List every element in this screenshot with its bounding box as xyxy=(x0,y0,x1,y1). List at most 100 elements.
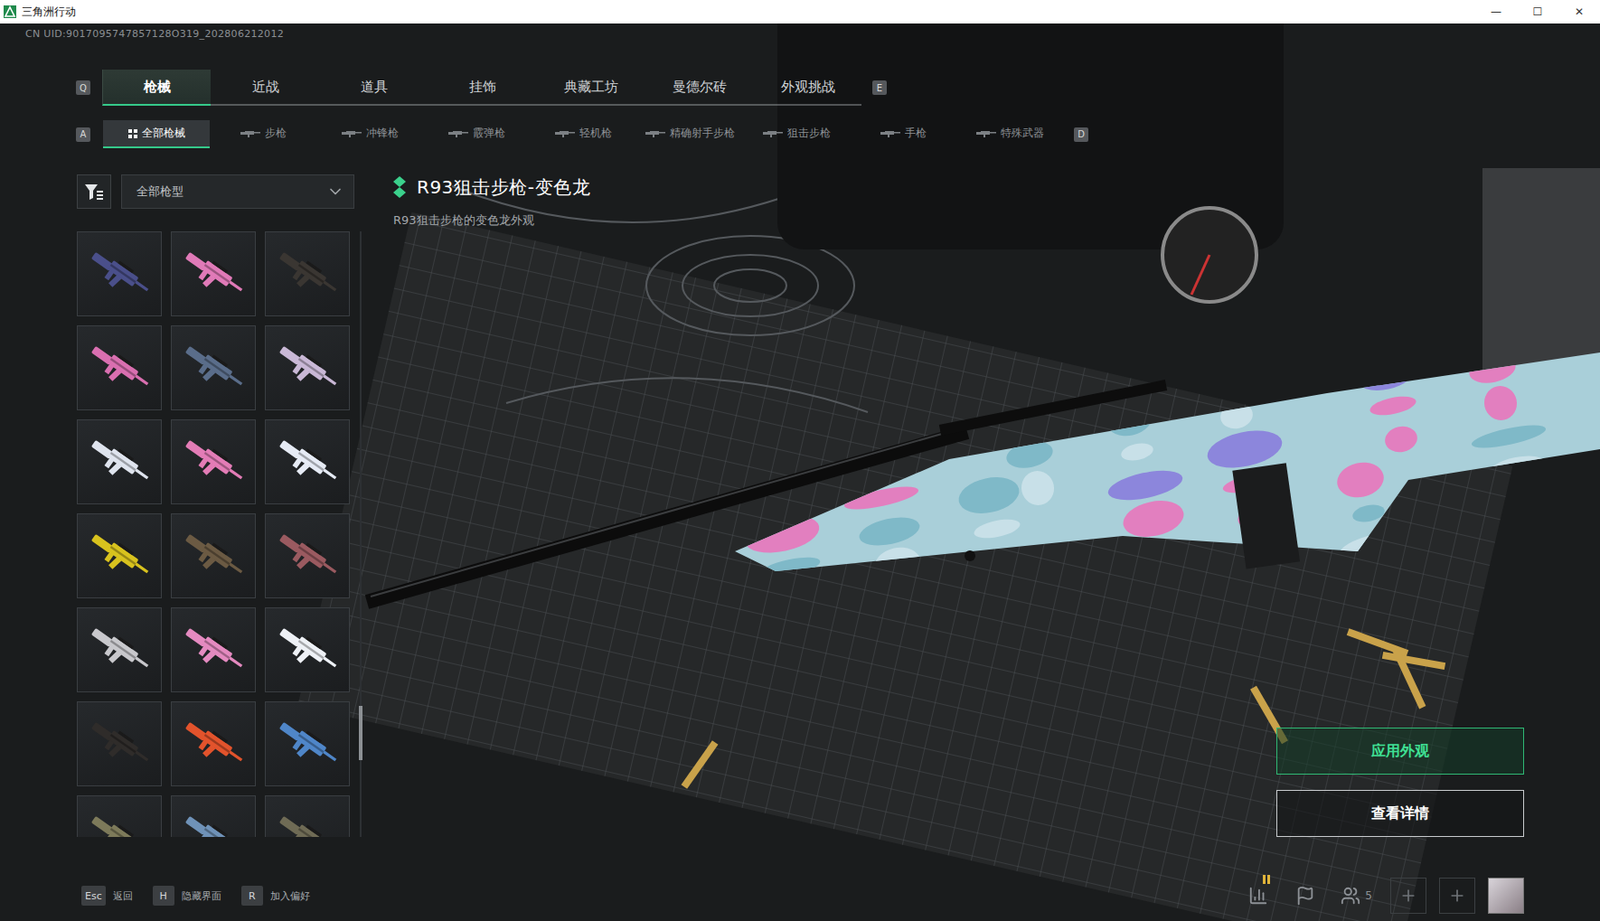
window-control-button[interactable]: — xyxy=(1475,0,1517,24)
next-key[interactable]: E xyxy=(872,80,887,95)
skin-gun-icon xyxy=(271,613,344,687)
skin-thumbnail[interactable] xyxy=(76,607,162,693)
skin-thumbnail[interactable] xyxy=(264,325,350,411)
next-key[interactable]: D xyxy=(1073,127,1089,142)
skin-thumbnail[interactable] xyxy=(76,701,162,787)
skin-thumbnail[interactable] xyxy=(76,513,162,599)
skin-gun-icon xyxy=(177,613,250,687)
key-hint[interactable]: Esc返回 xyxy=(81,885,133,906)
skin-thumbnail[interactable] xyxy=(264,795,350,838)
details-button[interactable]: 查看详情 xyxy=(1276,790,1525,838)
skin-thumbnail[interactable] xyxy=(170,231,256,317)
rifle xyxy=(367,348,1600,603)
skin-gun-icon xyxy=(271,707,344,781)
indicator xyxy=(1262,875,1271,885)
skin-thumbnail[interactable] xyxy=(76,419,162,505)
filter-button[interactable] xyxy=(76,174,112,209)
sub-tab[interactable]: 狙击步枪 xyxy=(743,120,850,149)
sub-tabs: A 全部枪械 步枪 冲锋枪 霰弹枪 轻机枪 精确射手步枪狙击步枪手枪 特殊武器 D xyxy=(0,120,1600,149)
skin-thumbnail[interactable] xyxy=(170,607,256,693)
main-tab[interactable]: 道具 xyxy=(319,69,428,106)
skin-list-panel: 全部枪型 xyxy=(76,174,365,838)
main-tab[interactable]: 近战 xyxy=(210,69,320,106)
window-control-button[interactable]: ✕ xyxy=(1558,0,1600,24)
hint-key: Esc xyxy=(81,885,106,906)
skin-thumbnail[interactable] xyxy=(76,795,162,838)
skin-gun-icon xyxy=(177,801,250,838)
logo-icon xyxy=(3,5,17,19)
body: 全部枪型 R93狙击步枪-变色龙R93狙击步枪的变色龙外观应用外观查看详情 xyxy=(0,174,1600,838)
skin-thumbnail[interactable] xyxy=(264,513,350,599)
sub-tab[interactable]: 霰弹枪 xyxy=(423,120,530,149)
friends-count: 5 xyxy=(1364,889,1373,903)
sub-tab-label: 步枪 xyxy=(264,125,287,142)
weapon-type-icon xyxy=(240,130,261,138)
weapon-type-icon xyxy=(448,130,469,138)
add-slot[interactable] xyxy=(1439,877,1476,914)
scene: CN UID:9017095747857128O319_202806212012… xyxy=(0,23,1600,921)
sub-tab[interactable]: 全部枪械 xyxy=(103,120,210,149)
skin-grid xyxy=(76,231,350,838)
item-title: R93狙击步枪-变色龙 xyxy=(416,175,591,200)
key-hint[interactable]: R加入偏好 xyxy=(241,885,311,906)
skin-thumbnail[interactable] xyxy=(264,231,350,317)
scrollbar[interactable] xyxy=(359,231,362,838)
skin-thumbnail[interactable] xyxy=(76,325,162,411)
sub-tab-group: 全部枪械 步枪 冲锋枪 霰弹枪 轻机枪 精确射手步枪狙击步枪手枪 特殊武器 xyxy=(103,120,1064,149)
skin-thumbnail[interactable] xyxy=(264,607,350,693)
flag-button[interactable] xyxy=(1288,880,1323,912)
content: CN UID:9017095747857128O319_202806212012… xyxy=(0,23,1600,921)
weapon-type-icon xyxy=(976,130,997,138)
key-hint[interactable]: H隐藏界面 xyxy=(152,885,222,906)
sub-tab-label: 精确射手步枪 xyxy=(669,125,735,142)
main-tab[interactable]: 枪械 xyxy=(102,69,211,106)
main-tab[interactable]: 外观挑战 xyxy=(752,69,862,106)
hint-label: 隐藏界面 xyxy=(181,889,222,904)
apply-button[interactable]: 应用外观 xyxy=(1276,727,1525,775)
skin-gun-icon xyxy=(83,707,156,781)
skin-thumbnail[interactable] xyxy=(170,701,256,787)
main-tab[interactable]: 典藏工坊 xyxy=(536,69,645,106)
grid-icon xyxy=(128,129,138,139)
sub-tab[interactable]: 特殊武器 xyxy=(956,120,1064,149)
item-info: R93狙击步枪-变色龙R93狙击步枪的变色龙外观 xyxy=(364,174,1277,838)
prev-key[interactable]: A xyxy=(75,127,91,142)
skin-gun-icon xyxy=(83,331,156,405)
skin-thumbnail[interactable] xyxy=(170,419,256,505)
avatar[interactable] xyxy=(1487,877,1525,914)
sub-tab[interactable]: 轻机枪 xyxy=(529,120,637,149)
main-tab[interactable]: 挂饰 xyxy=(427,69,537,106)
sub-tab[interactable]: 步枪 xyxy=(209,120,317,149)
skin-gun-icon xyxy=(177,425,250,499)
stats-button[interactable] xyxy=(1241,880,1276,912)
compass xyxy=(1162,207,1257,302)
skin-gun-icon xyxy=(83,425,156,499)
plus-icon xyxy=(1448,886,1467,905)
window-control-button[interactable]: ☐ xyxy=(1516,0,1559,24)
sub-tab[interactable]: 冲锋枪 xyxy=(316,120,424,149)
friends-button[interactable]: 5 xyxy=(1335,885,1378,906)
scrollbar-thumb[interactable] xyxy=(358,705,363,761)
skin-thumbnail[interactable] xyxy=(264,701,350,787)
skin-thumbnail[interactable] xyxy=(264,419,350,505)
skin-gun-icon xyxy=(177,707,250,781)
add-slot[interactable] xyxy=(1390,877,1427,914)
prev-key[interactable]: Q xyxy=(75,80,91,95)
sub-tab-label: 特殊武器 xyxy=(1000,125,1045,142)
plus-icon xyxy=(1399,886,1418,905)
main-tab-group: 枪械近战道具挂饰典藏工坊曼德尔砖外观挑战 xyxy=(102,69,862,106)
main-tab[interactable]: 曼德尔砖 xyxy=(644,69,753,106)
skin-thumbnail[interactable] xyxy=(76,231,162,317)
gun-type-dropdown[interactable]: 全部枪型 xyxy=(121,174,355,209)
sub-tab-label: 全部枪械 xyxy=(141,125,186,142)
skin-gun-icon xyxy=(177,237,250,311)
skin-thumbnail[interactable] xyxy=(170,325,256,411)
sub-tab[interactable]: 精确射手步枪 xyxy=(636,120,744,149)
skin-thumbnail[interactable] xyxy=(170,513,256,599)
sub-tab-label: 冲锋枪 xyxy=(366,125,399,142)
skin-thumbnail[interactable] xyxy=(170,795,256,838)
title-bar: 三角洲行动—☐✕ xyxy=(0,0,1600,24)
sub-tab-label: 霰弹枪 xyxy=(472,125,506,142)
hint-key: R xyxy=(241,885,264,906)
sub-tab[interactable]: 手枪 xyxy=(849,120,957,149)
